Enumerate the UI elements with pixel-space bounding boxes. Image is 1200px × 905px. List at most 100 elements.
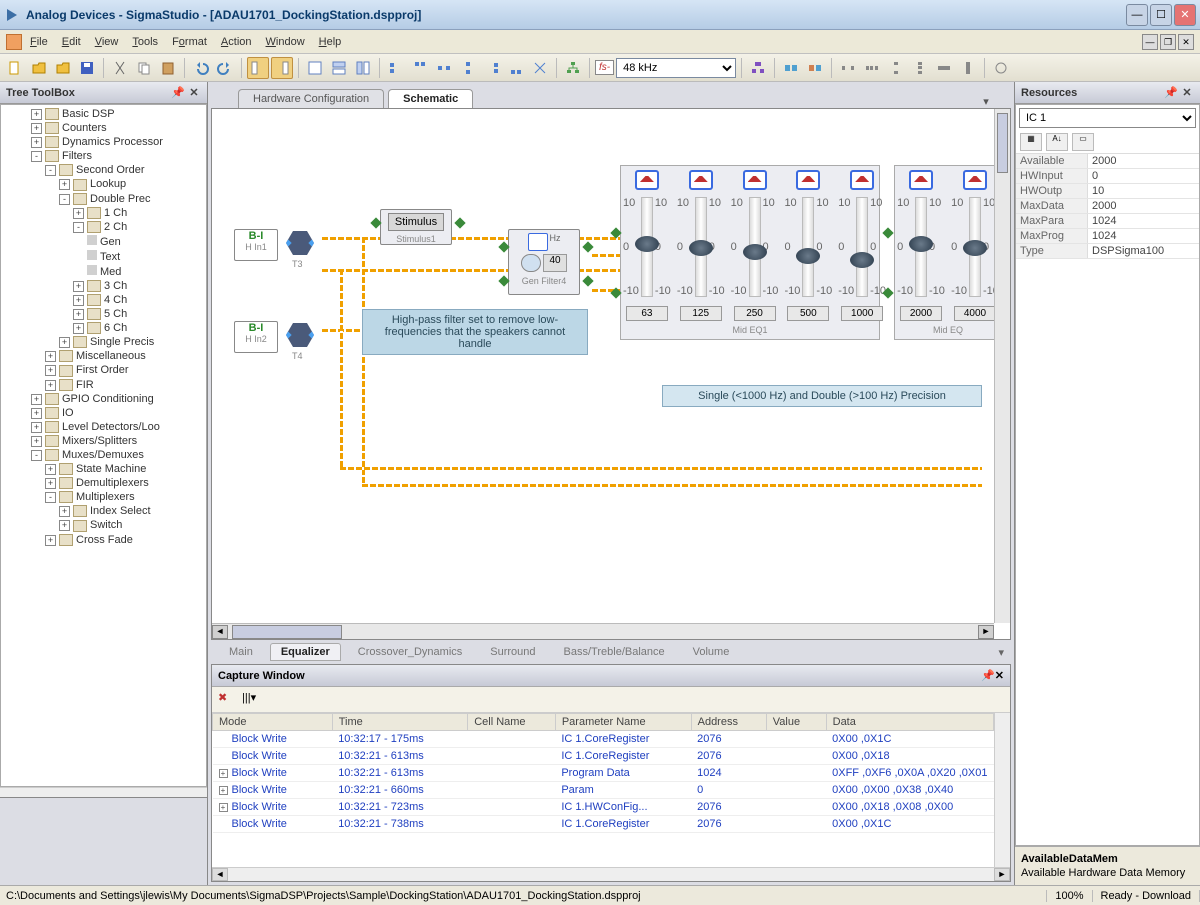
capture-column-header[interactable]: Value xyxy=(766,714,826,731)
node-t4[interactable] xyxy=(286,323,314,347)
eq-slider[interactable] xyxy=(641,197,653,297)
tree-item[interactable]: -Second Order xyxy=(17,163,206,177)
eq-band[interactable]: 100-10100-104000 xyxy=(951,170,999,321)
tree-item[interactable]: +3 Ch xyxy=(17,279,206,293)
open2-button[interactable] xyxy=(52,57,74,79)
capture-close-icon[interactable]: ✕ xyxy=(995,669,1004,682)
eq-slider[interactable] xyxy=(802,197,814,297)
align2-button[interactable] xyxy=(409,57,431,79)
resources-pin-icon[interactable]: 📌 xyxy=(1164,86,1178,100)
tree-item[interactable]: +Counters xyxy=(17,121,206,135)
download-button[interactable] xyxy=(804,57,826,79)
eq-freq-label[interactable]: 4000 xyxy=(954,306,996,321)
tree-item[interactable]: +Switch xyxy=(17,518,206,532)
capture-column-header[interactable]: Address xyxy=(691,714,766,731)
align5-button[interactable] xyxy=(481,57,503,79)
tree-item[interactable]: +Cross Fade xyxy=(17,533,206,547)
eq-band[interactable]: 100-10100-10250 xyxy=(731,170,779,321)
capture-row[interactable]: Block Write10:32:21 - 738msIC 1.CoreRegi… xyxy=(213,816,994,833)
panel3-button[interactable] xyxy=(352,57,374,79)
tree-item[interactable]: +Level Detectors/Loo xyxy=(17,420,206,434)
save-button[interactable] xyxy=(76,57,98,79)
align7-button[interactable] xyxy=(529,57,551,79)
page-tab-main[interactable]: Main xyxy=(218,643,264,661)
eq-band[interactable]: 100-10100-10500 xyxy=(784,170,832,321)
tree-item[interactable]: -Filters xyxy=(17,149,206,163)
tree-item[interactable]: +5 Ch xyxy=(17,307,206,321)
tree-item[interactable]: Med xyxy=(17,264,206,279)
node-t3[interactable] xyxy=(286,231,314,255)
cut-button[interactable] xyxy=(109,57,131,79)
schematic-vscrollbar[interactable] xyxy=(994,109,1010,623)
tab-hardware-configuration[interactable]: Hardware Configuration xyxy=(238,89,384,108)
tree-item[interactable]: +First Order xyxy=(17,363,206,377)
alphabetical-icon[interactable]: A↓ xyxy=(1046,133,1068,151)
tree-item[interactable]: +FIR xyxy=(17,378,206,392)
stimulus-button[interactable]: Stimulus xyxy=(388,213,444,231)
eq-freq-label[interactable]: 250 xyxy=(734,306,776,321)
tree-item[interactable]: -2 Ch xyxy=(17,220,206,234)
property-grid[interactable]: Available2000HWInput0HWOutp10MaxData2000… xyxy=(1016,154,1199,259)
dist-h1-button[interactable] xyxy=(837,57,859,79)
size-h-button[interactable] xyxy=(933,57,955,79)
undo-button[interactable] xyxy=(190,57,212,79)
tree-toolbox[interactable]: +Basic DSP+Counters+Dynamics Processor-F… xyxy=(0,104,207,787)
resources-close-icon[interactable]: ✕ xyxy=(1180,86,1194,100)
align3-button[interactable] xyxy=(433,57,455,79)
capture-row[interactable]: +Block Write10:32:21 - 613msProgram Data… xyxy=(213,765,994,782)
tree-item[interactable]: -Muxes/Demuxes xyxy=(17,448,206,462)
eq-slider[interactable] xyxy=(695,197,707,297)
open-button[interactable] xyxy=(28,57,50,79)
tree-item[interactable]: +Mixers/Splitters xyxy=(17,434,206,448)
eq-band[interactable]: 100-10100-10125 xyxy=(677,170,725,321)
property-row[interactable]: MaxProg1024 xyxy=(1016,229,1199,244)
eq-slider[interactable] xyxy=(749,197,761,297)
property-row[interactable]: TypeDSPSigma100 xyxy=(1016,244,1199,259)
align1-button[interactable] xyxy=(385,57,407,79)
mdi-restore-button[interactable]: ❐ xyxy=(1160,34,1176,50)
tree-item[interactable]: Gen xyxy=(17,234,206,249)
layout1-button[interactable] xyxy=(247,57,269,79)
extra-button[interactable] xyxy=(990,57,1012,79)
eq-slider[interactable] xyxy=(856,197,868,297)
copy-button[interactable] xyxy=(133,57,155,79)
minimize-button[interactable]: — xyxy=(1126,4,1148,26)
filter-dial-icon[interactable] xyxy=(521,254,541,272)
props-page-icon[interactable]: ▭ xyxy=(1072,133,1094,151)
tree-item[interactable]: -Multiplexers xyxy=(17,490,206,504)
size-v-button[interactable] xyxy=(957,57,979,79)
mdi-minimize-button[interactable]: — xyxy=(1142,34,1158,50)
tab-overflow-icon[interactable]: ▾ xyxy=(978,95,994,108)
capture-table[interactable]: ModeTimeCell NameParameter NameAddressVa… xyxy=(212,713,994,867)
property-row[interactable]: HWInput0 xyxy=(1016,169,1199,184)
mid-eq2-block[interactable]: 100-10100-102000100-10100-104000 Mid EQ xyxy=(894,165,1002,340)
capture-column-header[interactable]: Mode xyxy=(213,714,333,731)
eq-freq-label[interactable]: 2000 xyxy=(900,306,942,321)
menu-file[interactable]: File xyxy=(30,36,48,48)
capture-row[interactable]: +Block Write10:32:21 - 660msParam00X00 ,… xyxy=(213,782,994,799)
capture-columns-icon[interactable]: |||▾ xyxy=(242,691,260,709)
tree-item[interactable]: +GPIO Conditioning xyxy=(17,392,206,406)
layout2-button[interactable] xyxy=(271,57,293,79)
page-tab-surround[interactable]: Surround xyxy=(479,643,546,661)
page-tab-bass-treble[interactable]: Bass/Treble/Balance xyxy=(553,643,676,661)
capture-clear-icon[interactable]: ✖ xyxy=(218,691,236,709)
paste-button[interactable] xyxy=(157,57,179,79)
capture-vscrollbar[interactable] xyxy=(994,713,1010,867)
eq-slider[interactable] xyxy=(915,197,927,297)
page-tab-crossover[interactable]: Crossover_Dynamics xyxy=(347,643,474,661)
tree-item[interactable]: +State Machine xyxy=(17,462,206,476)
capture-column-header[interactable]: Cell Name xyxy=(468,714,556,731)
hierarchy-button[interactable] xyxy=(562,57,584,79)
tree-item[interactable]: Text xyxy=(17,249,206,264)
mdi-close-button[interactable]: ✕ xyxy=(1178,34,1194,50)
tree-item[interactable]: +1 Ch xyxy=(17,206,206,220)
page-tab-equalizer[interactable]: Equalizer xyxy=(270,643,341,661)
capture-column-header[interactable]: Time xyxy=(332,714,468,731)
tree-item[interactable]: +Dynamics Processor xyxy=(17,135,206,149)
menu-tools[interactable]: Tools xyxy=(132,36,158,48)
capture-column-header[interactable]: Parameter Name xyxy=(555,714,691,731)
panel2-button[interactable] xyxy=(328,57,350,79)
redo-button[interactable] xyxy=(214,57,236,79)
capture-hscrollbar[interactable]: ◄► xyxy=(212,867,1010,881)
